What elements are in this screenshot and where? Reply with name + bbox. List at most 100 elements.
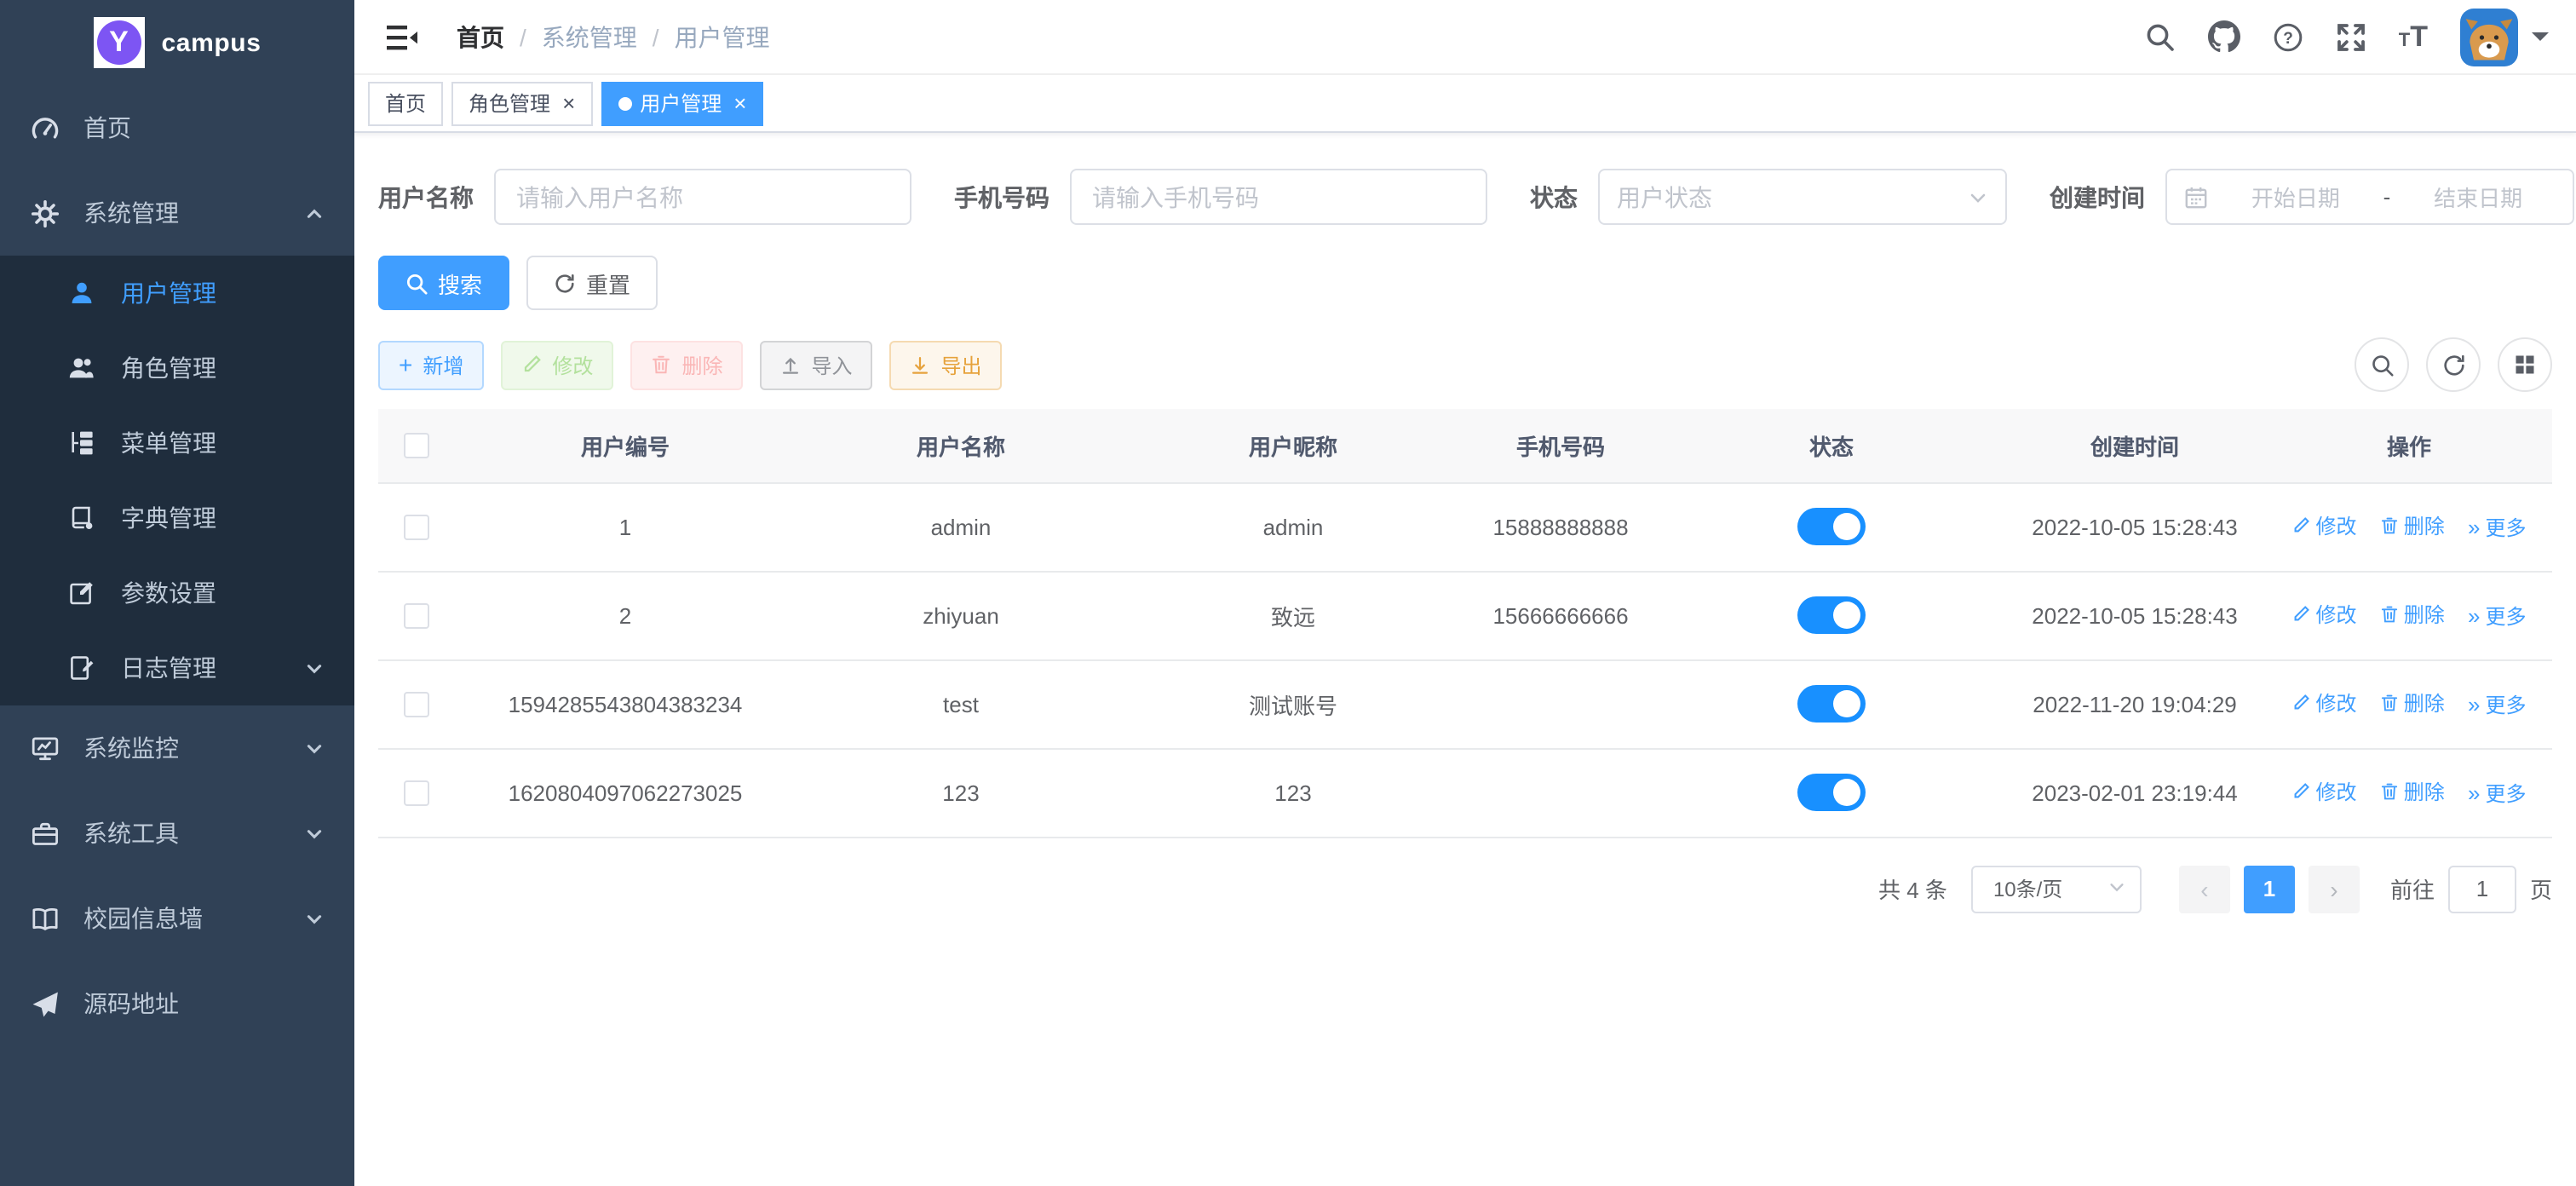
row-edit-link[interactable]: 修改 xyxy=(2291,688,2356,717)
row-checkbox[interactable] xyxy=(403,780,428,806)
add-button[interactable]: + 新增 xyxy=(378,340,484,389)
row-edit-link[interactable]: 修改 xyxy=(2291,600,2356,629)
header-user-id: 用户编号 xyxy=(453,409,797,482)
help-icon[interactable]: ? xyxy=(2273,21,2303,52)
status-toggle[interactable] xyxy=(1797,685,1866,723)
row-more-link[interactable]: »更多 xyxy=(2468,690,2527,719)
close-icon[interactable]: × xyxy=(733,92,746,114)
cell-user-id: 1 xyxy=(453,482,797,571)
cell-created-time: 2022-10-05 15:28:43 xyxy=(2004,571,2266,659)
row-delete-link[interactable]: 删除 xyxy=(2380,511,2445,540)
page-content: 用户名称 手机号码 状态 用户状态 创 xyxy=(354,133,2576,1186)
user-menu[interactable] xyxy=(2460,8,2549,66)
tree-table-icon xyxy=(68,429,97,458)
delete-button[interactable]: 删除 xyxy=(630,340,743,389)
trash-icon xyxy=(2380,694,2399,712)
fullscreen-icon[interactable] xyxy=(2336,21,2366,52)
row-edit-link[interactable]: 修改 xyxy=(2291,777,2356,806)
show-search-button[interactable] xyxy=(2355,337,2409,392)
paper-plane-icon xyxy=(31,989,60,1018)
close-icon[interactable]: × xyxy=(562,92,575,114)
user-icon xyxy=(68,279,97,308)
import-button[interactable]: 导入 xyxy=(760,340,872,389)
status-toggle[interactable] xyxy=(1797,774,1866,811)
tag-home[interactable]: 首页 xyxy=(368,81,443,125)
export-button[interactable]: 导出 xyxy=(890,340,1003,389)
cell-created-time: 2022-11-20 19:04:29 xyxy=(2004,659,2266,748)
sidebar-item-system[interactable]: 系统管理 xyxy=(0,170,354,256)
row-more-link[interactable]: »更多 xyxy=(2468,602,2527,630)
sidebar-item-system-tools[interactable]: 系统工具 xyxy=(0,791,354,876)
column-settings-button[interactable] xyxy=(2498,337,2552,392)
header-nickname: 用户昵称 xyxy=(1124,409,1462,482)
select-all-checkbox[interactable] xyxy=(403,434,428,459)
current-page-button[interactable]: 1 xyxy=(2244,865,2295,913)
row-more-link[interactable]: »更多 xyxy=(2468,779,2527,808)
sidebar-item-source-link[interactable]: 源码地址 xyxy=(0,961,354,1046)
goto-label: 前往 xyxy=(2390,872,2435,905)
sidebar-item-log-mgmt[interactable]: 日志管理 xyxy=(0,630,354,705)
status-toggle[interactable] xyxy=(1797,508,1866,545)
search-button[interactable]: 搜索 xyxy=(378,256,509,310)
sidebar-item-dict-mgmt[interactable]: 字典管理 xyxy=(0,481,354,556)
chevron-down-icon xyxy=(305,659,324,677)
row-edit-link[interactable]: 修改 xyxy=(2291,511,2356,540)
breadcrumb-home[interactable]: 首页 xyxy=(457,20,504,54)
edit-button[interactable]: 修改 xyxy=(501,340,613,389)
table-header-row: 用户编号 用户名称 用户昵称 手机号码 状态 创建时间 操作 xyxy=(378,409,2552,482)
row-more-link[interactable]: »更多 xyxy=(2468,513,2527,542)
filter-phone: 手机号码 xyxy=(954,169,1487,225)
phone-input[interactable] xyxy=(1070,169,1487,225)
user-table: 用户编号 用户名称 用户昵称 手机号码 状态 创建时间 操作 1 admin xyxy=(378,409,2552,838)
goto-page-input[interactable] xyxy=(2448,865,2516,913)
username-input[interactable] xyxy=(494,169,911,225)
double-arrow-icon: » xyxy=(2468,516,2480,538)
sidebar-item-user-mgmt[interactable]: 用户管理 xyxy=(0,256,354,331)
header-created-time: 创建时间 xyxy=(2004,409,2266,482)
sidebar-item-home[interactable]: 首页 xyxy=(0,85,354,170)
sidebar-item-menu-mgmt[interactable]: 菜单管理 xyxy=(0,406,354,481)
row-delete-link[interactable]: 删除 xyxy=(2380,688,2445,717)
row-checkbox[interactable] xyxy=(403,515,428,540)
row-delete-link[interactable]: 删除 xyxy=(2380,777,2445,806)
row-delete-link[interactable]: 删除 xyxy=(2380,600,2445,629)
tag-user-mgmt[interactable]: 用户管理 × xyxy=(601,81,763,125)
navbar-actions: ? TT xyxy=(2145,8,2549,66)
date-range-picker[interactable]: 开始日期 - 结束日期 xyxy=(2165,169,2574,225)
username-label: 用户名称 xyxy=(378,180,474,214)
sidebar-item-param-settings[interactable]: 参数设置 xyxy=(0,556,354,630)
font-size-icon[interactable]: TT xyxy=(2399,20,2428,54)
filter-username: 用户名称 xyxy=(378,169,911,225)
sidebar-item-role-mgmt[interactable]: 角色管理 xyxy=(0,331,354,406)
status-select[interactable]: 用户状态 xyxy=(1598,169,2007,225)
trash-icon xyxy=(2380,605,2399,624)
status-toggle[interactable] xyxy=(1797,596,1866,634)
brand-logo[interactable]: Y campus xyxy=(0,0,354,85)
cell-nickname: 致远 xyxy=(1124,571,1462,659)
next-page-button[interactable]: › xyxy=(2309,865,2360,913)
tag-role-mgmt[interactable]: 角色管理 × xyxy=(451,81,592,125)
cell-nickname: 123 xyxy=(1124,748,1462,837)
peoples-icon xyxy=(68,354,97,383)
brand-logo-icon: Y xyxy=(94,17,145,68)
reset-button[interactable]: 重置 xyxy=(526,256,658,310)
row-checkbox[interactable] xyxy=(403,603,428,629)
github-icon[interactable] xyxy=(2208,20,2240,53)
table-row: 1594285543804383234 test 测试账号 2022-11-20… xyxy=(378,659,2552,748)
sidebar-item-system-monitor[interactable]: 系统监控 xyxy=(0,705,354,791)
filter-status: 状态 用户状态 xyxy=(1530,169,2007,225)
refresh-button[interactable] xyxy=(2426,337,2481,392)
filter-buttons: 搜索 重置 xyxy=(378,256,2552,310)
user-avatar[interactable] xyxy=(2460,8,2518,66)
sidebar: Y campus 首页 系统管理 xyxy=(0,0,354,1186)
row-checkbox[interactable] xyxy=(403,692,428,717)
sidebar-item-campus-wall[interactable]: 校园信息墙 xyxy=(0,876,354,961)
search-icon xyxy=(405,272,428,294)
trash-icon xyxy=(651,354,671,375)
prev-page-button[interactable]: ‹ xyxy=(2179,865,2230,913)
page-size-select[interactable]: 10条/页 xyxy=(1971,865,2142,913)
dashboard-icon xyxy=(31,113,60,142)
sidebar-collapse-toggle[interactable] xyxy=(371,11,433,62)
search-icon[interactable] xyxy=(2145,21,2176,52)
table-row: 2 zhiyuan 致远 15666666666 2022-10-05 15:2… xyxy=(378,571,2552,659)
